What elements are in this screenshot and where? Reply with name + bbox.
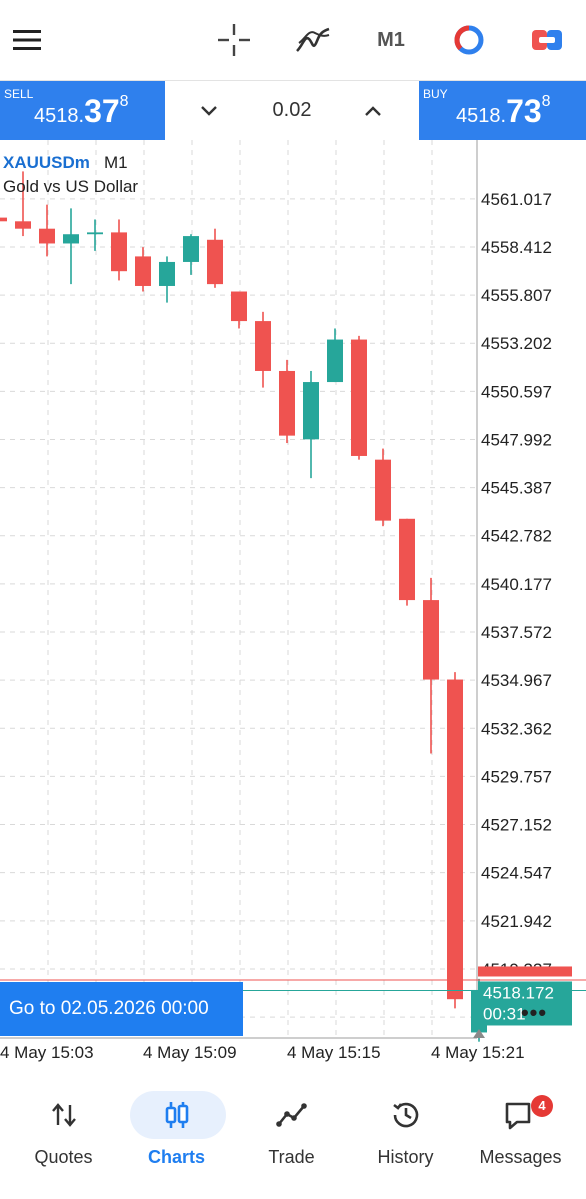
y-tick-label: 4537.572	[481, 623, 552, 642]
y-tick-label: 4527.152	[481, 816, 552, 835]
y-tick-label: 4558.412	[481, 238, 552, 257]
nav-label-history: History	[377, 1147, 434, 1167]
buy-price-sup: 8	[541, 93, 551, 110]
y-tick-label: 4534.967	[481, 671, 552, 690]
buy-button[interactable]: BUY 4518.738	[419, 81, 586, 140]
lot-size-value[interactable]: 0.02	[247, 99, 337, 122]
y-tick-label: 4550.597	[481, 382, 552, 401]
chart-timeframe: M1	[104, 153, 128, 172]
candle-body	[351, 339, 367, 456]
sell-button[interactable]: SELL 4518.378	[0, 81, 165, 140]
sell-label: SELL	[4, 87, 34, 101]
chart-description: Gold vs US Dollar	[3, 177, 139, 196]
y-tick-label: 4545.387	[481, 479, 552, 498]
y-tick-label: 4532.362	[481, 719, 552, 738]
trade-icon	[233, 1097, 350, 1133]
candle-body	[15, 221, 31, 229]
y-tick-label: 4561.017	[481, 190, 552, 209]
candle-body	[423, 600, 439, 680]
one-click-trade-bar: SELL 4518.378 0.02 BUY 4518.738	[0, 80, 586, 140]
candle-body	[327, 339, 343, 383]
goto-date-button[interactable]: Go to 02.05.2026 00:00	[0, 982, 243, 1036]
buy-price: 4518.738	[456, 93, 551, 130]
candle-body	[279, 370, 295, 436]
candle-body	[231, 291, 247, 322]
nav-trade[interactable]: Trade	[233, 1085, 350, 1199]
candle-body	[135, 256, 151, 286]
nav-quotes[interactable]: Quotes	[5, 1085, 122, 1199]
y-tick-label: 4553.202	[481, 334, 552, 353]
buy-price-big: 73	[506, 93, 542, 129]
y-tick-label: 4521.942	[481, 912, 552, 931]
y-tick-label: 4555.807	[481, 286, 552, 305]
candle-body	[0, 217, 7, 222]
ask-price-box	[478, 966, 572, 977]
price-chart[interactable]: 4561.017 4558.412 4555.807 4553.202 4550.597…	[0, 140, 586, 1070]
quotes-icon	[5, 1097, 122, 1133]
x-tick-label: 4 May 15:09	[143, 1043, 237, 1062]
x-tick-label: 4 May 15:15	[287, 1043, 381, 1062]
history-icon	[347, 1097, 464, 1133]
chevron-down-icon[interactable]	[193, 95, 225, 127]
sell-price-prefix: 4518.	[34, 105, 85, 127]
chevron-up-icon[interactable]	[357, 95, 389, 127]
charts-icon	[118, 1097, 235, 1133]
objects-icon[interactable]	[443, 14, 495, 66]
y-tick-label: 4524.547	[481, 864, 552, 883]
y-tick-label: 4529.757	[481, 767, 552, 786]
candle-body	[183, 236, 199, 262]
candle-body	[63, 234, 79, 244]
sell-price-big: 37	[84, 93, 120, 129]
chart-symbol: XAUUSDm	[3, 153, 90, 172]
candle-body	[111, 232, 127, 272]
nav-label-messages: Messages	[479, 1147, 562, 1167]
candle-body	[255, 321, 271, 371]
candle-body	[375, 459, 391, 521]
crosshair-icon[interactable]	[208, 14, 260, 66]
nav-label-quotes: Quotes	[34, 1147, 93, 1167]
buy-price-prefix: 4518.	[456, 105, 507, 127]
candle-body	[447, 679, 463, 1000]
candle-body	[303, 382, 319, 440]
messages-badge: 4	[531, 1095, 553, 1117]
nav-label-charts: Charts	[147, 1147, 205, 1167]
one-click-trade-icon[interactable]	[521, 14, 573, 66]
nav-label-trade: Trade	[268, 1147, 315, 1167]
buy-label: BUY	[423, 87, 448, 101]
candle-body	[207, 239, 223, 285]
y-tick-label: 4542.782	[481, 527, 552, 546]
nav-charts[interactable]: Charts	[118, 1085, 235, 1199]
sell-price: 4518.378	[34, 93, 129, 130]
bottom-navigation: Quotes Charts Trade History 4 Messages	[0, 1085, 586, 1199]
lot-size-control: 0.02	[165, 81, 419, 140]
sell-price-sup: 8	[119, 93, 129, 110]
y-tick-label: 4540.177	[481, 575, 552, 594]
messages-icon	[462, 1097, 579, 1133]
timeframe-button[interactable]: M1	[365, 14, 417, 66]
more-icon[interactable]: •••	[514, 1000, 554, 1028]
x-tick-label: 4 May 15:03	[0, 1043, 94, 1062]
candle-body	[39, 228, 55, 244]
timeframe-label: M1	[377, 28, 405, 51]
indicators-icon[interactable]	[287, 14, 339, 66]
top-toolbar: M1	[0, 0, 586, 80]
candlestick-chart[interactable]: 4561.017 4558.412 4555.807 4553.202 4550.597…	[0, 140, 586, 1070]
candle-body	[87, 232, 103, 235]
hamburger-icon[interactable]	[1, 14, 53, 66]
candle-body	[159, 261, 175, 286]
y-tick-label: 4547.992	[481, 430, 552, 449]
nav-history[interactable]: History	[347, 1085, 464, 1199]
nav-messages[interactable]: 4 Messages	[462, 1085, 579, 1199]
x-tick-label: 4 May 15:21	[431, 1043, 525, 1062]
candle-body	[399, 518, 415, 601]
